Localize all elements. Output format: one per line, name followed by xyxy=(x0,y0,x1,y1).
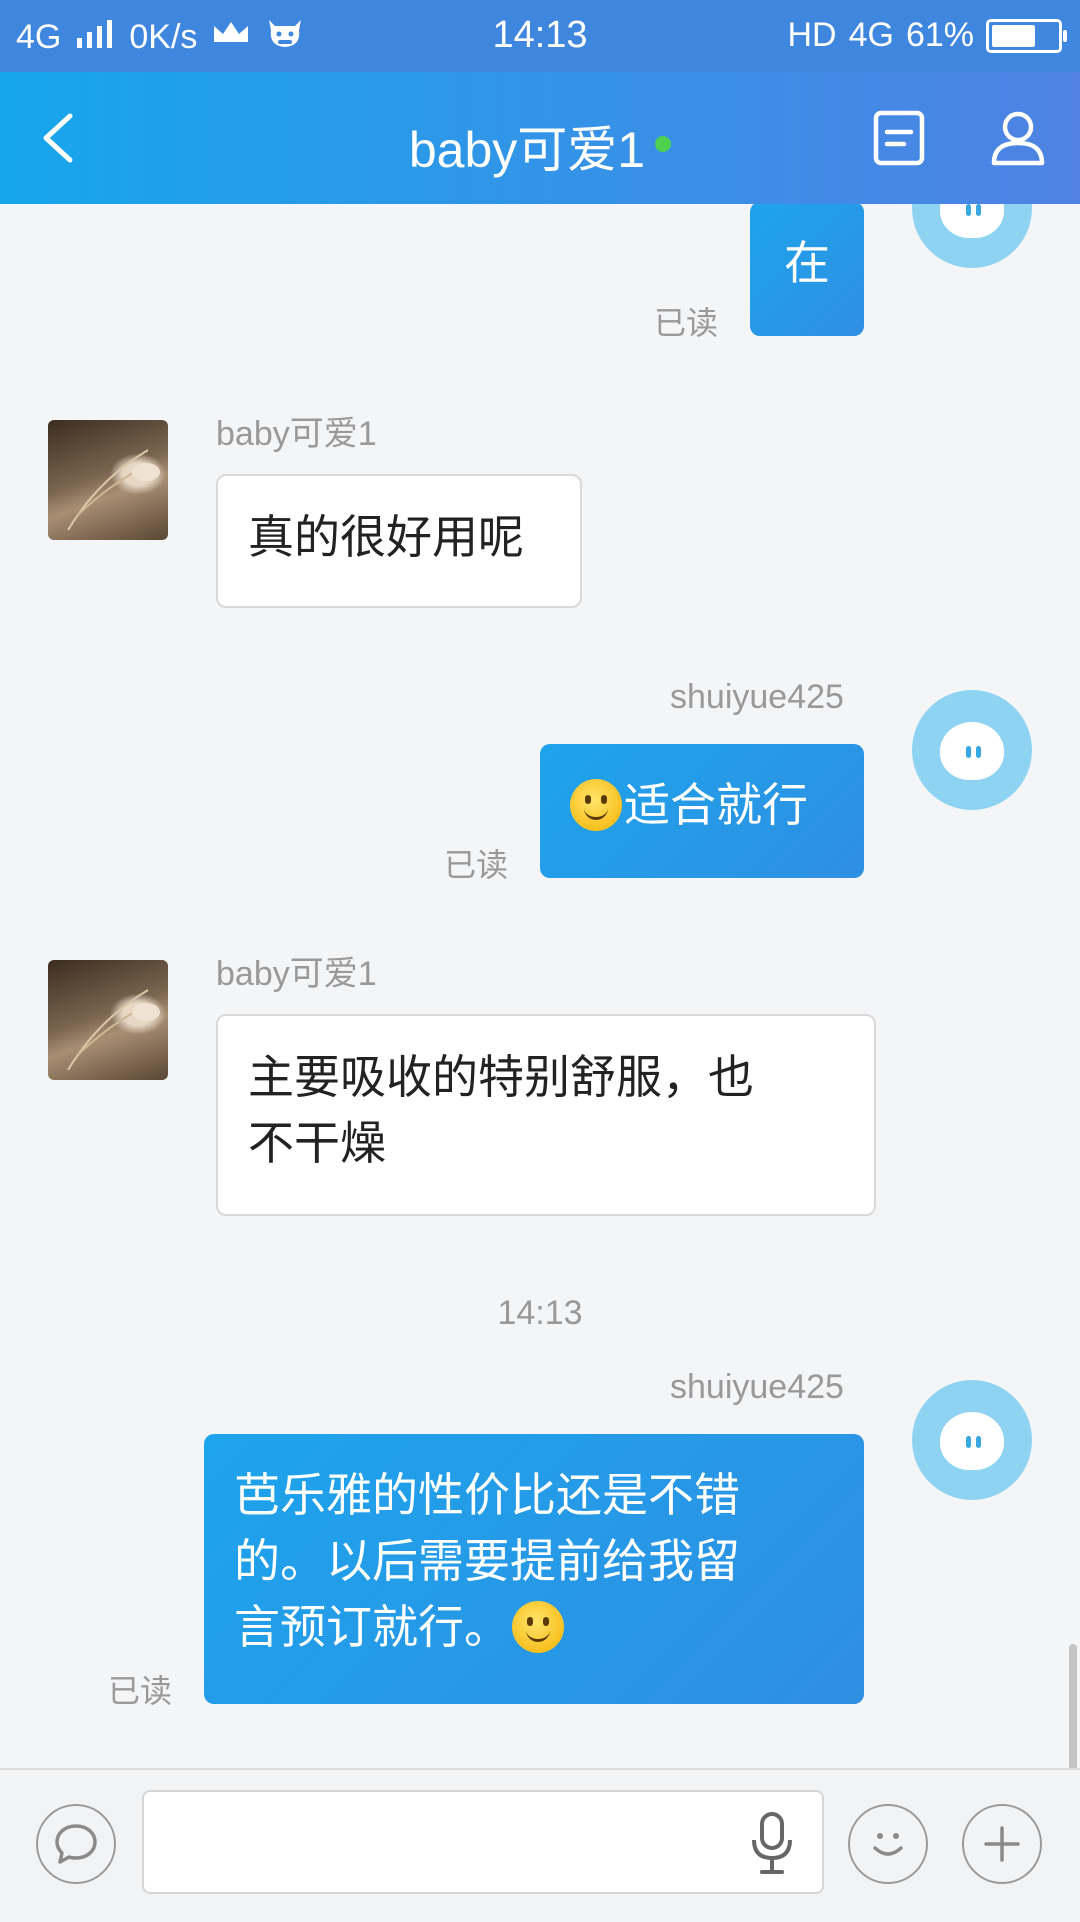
online-status-dot xyxy=(655,135,672,152)
my-avatar[interactable] xyxy=(912,204,1032,268)
chat-scrollbar[interactable] xyxy=(1069,1644,1077,1768)
hd-label: HD xyxy=(787,16,837,54)
cloud-face-icon xyxy=(940,722,1004,780)
input-bar xyxy=(0,1768,1080,1922)
smile-face-icon xyxy=(873,1833,903,1856)
sender-name: baby可爱1 xyxy=(216,955,377,993)
emoji-button[interactable] xyxy=(848,1804,928,1884)
message-line: 的。以后需要提前给我留 xyxy=(234,1535,740,1587)
cloud-face-icon xyxy=(940,204,1004,238)
speech-bubble-icon xyxy=(55,1824,97,1864)
wheat-photo-icon xyxy=(67,989,160,1071)
message-timestamp: 14:13 xyxy=(497,1294,583,1332)
message-bubble-in[interactable]: 主要吸收的特别舒服，也 不干燥 xyxy=(216,1014,876,1216)
message-line: 不干燥 xyxy=(248,1117,386,1169)
smiley-icon xyxy=(512,1600,564,1653)
user-profile-icon[interactable] xyxy=(990,110,1046,166)
message-input[interactable] xyxy=(142,1790,824,1894)
document-icon[interactable] xyxy=(872,110,926,166)
message-line: 芭乐雅的性价比还是不错 xyxy=(234,1469,740,1521)
chat-header: baby可爱1 xyxy=(0,72,1080,204)
message-bubble-out[interactable]: 在 xyxy=(750,204,864,336)
contact-avatar[interactable] xyxy=(48,420,168,540)
message-line: 言预订就行。 xyxy=(234,1601,510,1653)
message-line: 主要吸收的特别舒服，也 xyxy=(248,1051,754,1103)
cloud-face-icon xyxy=(940,1412,1004,1470)
wheat-photo-icon xyxy=(67,449,160,531)
network-right-label: 4G xyxy=(848,16,894,54)
battery-percent: 61% xyxy=(905,16,974,54)
message-bubble-out[interactable]: 芭乐雅的性价比还是不错 的。以后需要提前给我留 言预订就行。 xyxy=(204,1434,864,1704)
sender-name: shuiyue425 xyxy=(670,1368,844,1406)
smiley-icon xyxy=(570,778,622,831)
sender-name: baby可爱1 xyxy=(216,415,377,453)
message-bubble-in[interactable]: 真的很好用呢 xyxy=(216,474,582,608)
battery-fill xyxy=(992,24,1035,47)
my-avatar[interactable] xyxy=(912,690,1032,810)
contact-avatar[interactable] xyxy=(48,960,168,1080)
status-right: HD 4G 61% xyxy=(787,16,1067,55)
message-text: 在 xyxy=(784,237,830,289)
more-button[interactable] xyxy=(962,1804,1042,1884)
battery-icon xyxy=(986,18,1067,53)
read-receipt: 已读 xyxy=(654,305,719,341)
quick-reply-button[interactable] xyxy=(36,1804,116,1884)
message-bubble-out[interactable]: 适合就行 xyxy=(540,744,864,878)
sender-name: shuiyue425 xyxy=(670,678,844,716)
plus-icon xyxy=(984,1826,1020,1862)
message-line-last: 言预订就行。 xyxy=(234,1594,834,1660)
microphone-icon[interactable] xyxy=(750,1812,794,1876)
read-receipt: 已读 xyxy=(108,1673,173,1709)
status-bar: 4G 0K/s 14:13 HD 4G 61% xyxy=(0,0,1080,72)
my-avatar[interactable] xyxy=(912,1380,1032,1500)
chat-title-text: baby可爱1 xyxy=(408,122,646,178)
message-text: 适合就行 xyxy=(624,779,808,831)
chat-messages[interactable]: 在 已读 baby可爱1 真的很好用呢 shuiyue425 适合就行 已读 b… xyxy=(0,204,1080,1768)
read-receipt: 已读 xyxy=(444,847,509,883)
message-text: 真的很好用呢 xyxy=(248,511,524,563)
